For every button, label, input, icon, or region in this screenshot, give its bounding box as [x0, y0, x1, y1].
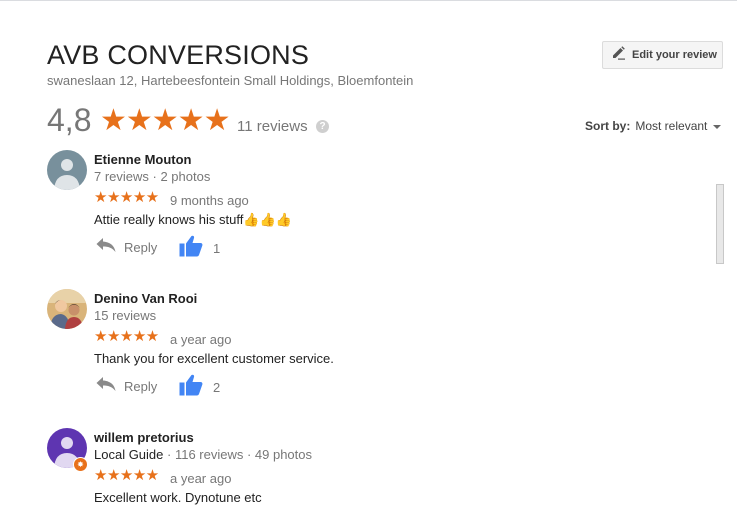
top-divider [0, 0, 737, 1]
review-stars: ★★★★★ [94, 189, 159, 206]
sort-control[interactable]: Sort by: Most relevant [585, 119, 722, 133]
reviewer-meta: 7 reviews · 2 photos [94, 169, 211, 184]
edit-review-button[interactable]: Edit your review [602, 41, 723, 69]
review-time: a year ago [170, 471, 232, 486]
thumbs-up-icon [179, 235, 203, 262]
reply-label: Reply [124, 379, 158, 394]
review-text: Thank you for excellent customer service… [94, 351, 334, 366]
chevron-down-icon [713, 124, 722, 129]
scrollbar-thumb[interactable] [716, 184, 724, 264]
thumbs-up-icon [179, 374, 203, 401]
reply-icon [96, 376, 116, 397]
review-time: a year ago [170, 332, 232, 347]
pencil-icon [611, 45, 626, 65]
reviewer-name[interactable]: Etienne Mouton [94, 152, 192, 167]
average-rating: 4,8 [47, 102, 92, 138]
reviewer-meta: 15 reviews [94, 308, 157, 323]
reviewer-meta: Local Guide · 116 reviews · 49 photos [94, 447, 312, 462]
sort-label: Sort by: [585, 119, 631, 133]
review-count-link[interactable]: 11 reviews [237, 118, 308, 135]
review-stars: ★★★★★ [94, 467, 159, 484]
place-address: swaneslaan 12, Hartebeesfontein Small Ho… [47, 73, 414, 88]
like-count: 2 [213, 380, 221, 395]
reviewer-stats: · 116 reviews · 49 photos [163, 447, 313, 462]
reply-button[interactable]: Reply [96, 237, 157, 258]
reply-button[interactable]: Reply [96, 376, 157, 397]
like-count: 1 [213, 241, 221, 256]
avatar[interactable] [47, 289, 87, 329]
reply-icon [96, 237, 116, 258]
help-icon[interactable]: ? [316, 120, 329, 133]
reply-label: Reply [124, 240, 158, 255]
review-stars: ★★★★★ [94, 328, 159, 345]
local-guide-label: Local Guide [94, 447, 164, 462]
reviewer-name[interactable]: Denino Van Rooi [94, 291, 197, 306]
like-button[interactable]: 1 [179, 235, 220, 262]
review-text: Excellent work. Dynotune etc [94, 490, 262, 505]
review-text: Attie really knows his stuff👍👍👍 [94, 212, 292, 227]
avatar[interactable] [47, 150, 87, 190]
like-button[interactable]: 2 [179, 374, 220, 401]
edit-review-label: Edit your review [632, 49, 717, 61]
average-rating-stars: ★★★★★ [100, 104, 230, 137]
place-title: AVB CONVERSIONS [47, 40, 310, 70]
sort-dropdown[interactable]: Most relevant [635, 119, 707, 133]
review-time: 9 months ago [170, 193, 249, 208]
reviewer-name[interactable]: willem pretorius [94, 430, 194, 445]
local-guide-badge-icon: ✸ [73, 457, 88, 472]
